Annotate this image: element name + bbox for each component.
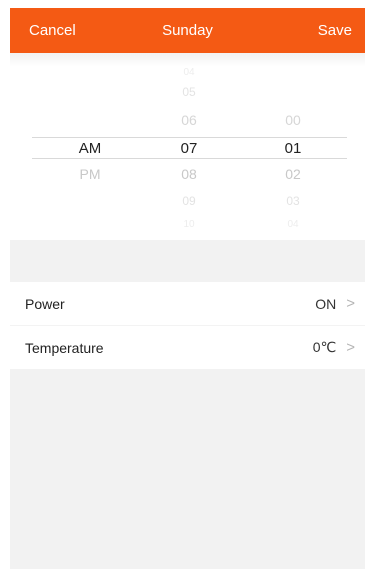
hour-option[interactable]: 09 [149, 193, 229, 209]
save-button[interactable]: Save [318, 22, 352, 39]
hour-wheel[interactable]: 04 05 06 07 08 09 10 [149, 53, 229, 240]
temperature-value: 0℃ [312, 339, 337, 355]
minute-option[interactable]: 01 [253, 141, 333, 157]
hour-option[interactable]: 10 [149, 217, 229, 233]
power-value-group: ON > [315, 296, 355, 312]
power-value: ON [315, 295, 337, 312]
minute-option[interactable]: 00 [253, 112, 333, 128]
minute-wheel[interactable]: 00 01 02 03 04 [253, 53, 333, 240]
minute-option[interactable]: 02 [253, 166, 333, 182]
temperature-label: Temperature [25, 339, 104, 356]
section-separator [10, 240, 365, 282]
empty-area [10, 369, 365, 569]
chevron-right-icon: > [346, 339, 355, 356]
hour-option[interactable]: 04 [149, 65, 229, 81]
minute-option[interactable]: 04 [253, 217, 333, 233]
power-label: Power [25, 295, 65, 312]
header-bar: Cancel Sunday Save [10, 8, 365, 53]
ampm-option[interactable]: AM [50, 141, 130, 157]
minute-option[interactable]: 03 [253, 193, 333, 209]
ampm-wheel[interactable]: AM PM [50, 53, 130, 240]
temperature-value-group: 0℃ > [313, 339, 355, 356]
schedule-edit-screen: Cancel Sunday Save AM PM 04 05 06 07 08 … [0, 0, 370, 569]
temperature-setting-row[interactable]: Temperature 0℃ > [10, 326, 365, 369]
hour-option[interactable]: 08 [149, 166, 229, 182]
ampm-option[interactable]: PM [50, 166, 130, 182]
hour-option[interactable]: 06 [149, 112, 229, 128]
time-picker: AM PM 04 05 06 07 08 09 10 00 01 02 03 0… [10, 53, 365, 240]
cancel-button[interactable]: Cancel [29, 22, 76, 39]
hour-option[interactable]: 05 [149, 84, 229, 100]
chevron-right-icon: > [346, 295, 355, 312]
power-setting-row[interactable]: Power ON > [10, 282, 365, 325]
hour-option[interactable]: 07 [149, 141, 229, 157]
